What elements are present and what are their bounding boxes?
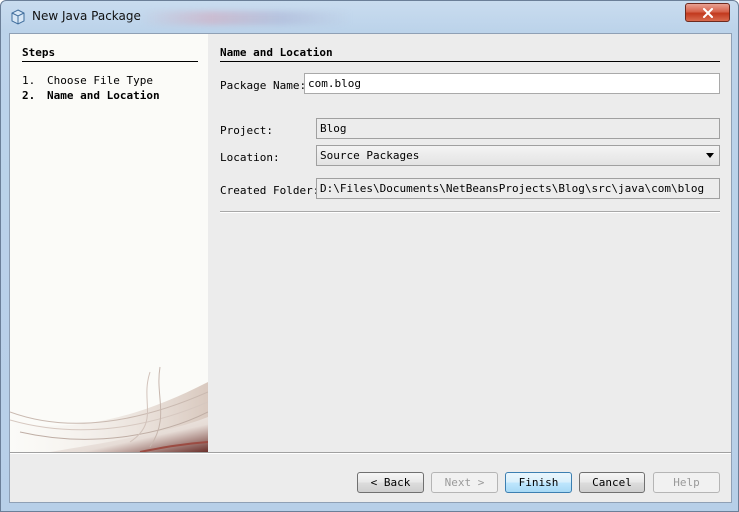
help-button[interactable]: Help — [653, 472, 720, 493]
button-bar-separator — [10, 452, 731, 454]
back-button[interactable]: < Back — [357, 472, 424, 493]
created-folder-field: D:\Files\Documents\NetBeansProjects\Blog… — [316, 178, 720, 199]
step-item-choose-file-type: 1. Choose File Type — [22, 74, 153, 87]
package-name-input[interactable]: com.blog — [304, 73, 720, 94]
close-button[interactable] — [685, 3, 730, 22]
project-value: Blog — [320, 122, 347, 135]
cancel-button[interactable]: Cancel — [579, 472, 645, 493]
window-title: New Java Package — [32, 9, 141, 23]
step-label: Name and Location — [47, 89, 160, 102]
step-number: 1. — [22, 74, 36, 87]
background-window-blur — [141, 11, 351, 25]
step-item-name-and-location: 2. Name and Location — [22, 89, 160, 102]
project-label: Project: — [220, 124, 273, 137]
steps-title: Steps — [22, 46, 198, 62]
decorative-swoosh-art — [10, 366, 208, 452]
package-name-label: Package Name: — [220, 79, 307, 92]
title-bar[interactable]: New Java Package — [1, 1, 738, 33]
location-label: Location: — [220, 151, 280, 164]
name-and-location-panel: Name and Location Package Name: com.blog… — [220, 34, 725, 452]
java-package-icon — [11, 9, 25, 25]
finish-button[interactable]: Finish — [505, 472, 572, 493]
step-label: Choose File Type — [47, 74, 153, 87]
project-field: Blog — [316, 118, 720, 139]
section-title: Name and Location — [220, 46, 720, 62]
next-button[interactable]: Next > — [431, 472, 498, 493]
package-name-value: com.blog — [308, 77, 361, 90]
created-folder-label: Created Folder: — [220, 184, 320, 197]
dialog-window: New Java Package Steps 1. Choose File Typ… — [0, 0, 739, 512]
dialog-body: Steps 1. Choose File Type 2. Name and Loca… — [9, 33, 732, 503]
chevron-down-icon — [706, 153, 714, 158]
created-folder-value: D:\Files\Documents\NetBeansProjects\Blog… — [320, 182, 705, 195]
form-separator — [220, 211, 720, 213]
step-number: 2. — [22, 89, 36, 102]
location-dropdown[interactable]: Source Packages — [316, 145, 720, 166]
steps-panel: Steps 1. Choose File Type 2. Name and Loca… — [10, 34, 208, 452]
close-icon — [702, 7, 713, 18]
location-value: Source Packages — [320, 149, 420, 162]
